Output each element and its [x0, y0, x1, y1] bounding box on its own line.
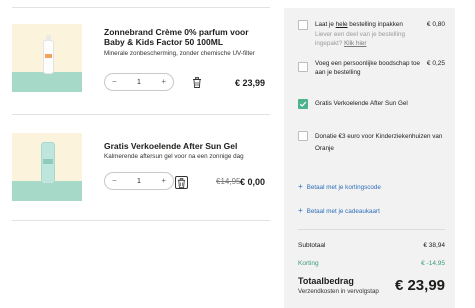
original-price: €14,95: [216, 177, 241, 186]
discount-label: Korting: [298, 260, 319, 267]
subtotal-value: € 38,94: [423, 242, 445, 249]
donation-label[interactable]: Donatie €3 euro voor Kinderziekenhuizen …: [315, 131, 450, 155]
divider: [12, 7, 270, 8]
cart-item-sunscreen: Zonnebrand Crème 0% parfum voor Baby & K…: [12, 22, 270, 102]
option-gift-wrap: Laat je hele bestelling inpakken Liever …: [298, 20, 445, 50]
subtotal-label: Subtotaal: [298, 242, 326, 249]
order-summary-panel: Laat je hele bestelling inpakken Liever …: [284, 8, 455, 308]
gift-wrap-checkbox[interactable]: [298, 20, 308, 30]
product-title[interactable]: Zonnebrand Crème 0% parfum voor Baby & K…: [104, 27, 264, 47]
option-personal-message: Voeg een persoonlijke boodschap toe aan …: [298, 60, 445, 82]
product-image-aftersun[interactable]: [12, 133, 82, 201]
divider: [12, 114, 270, 115]
gift-wrap-price: € 0,80: [426, 21, 445, 28]
plus-icon: +: [298, 182, 303, 191]
discount-code-link[interactable]: + Betaal met je kortingscode: [298, 182, 381, 191]
gift-wrap-note: Liever een deel van je bestelling ingepa…: [315, 31, 405, 47]
quantity-stepper[interactable]: − 1 +: [104, 172, 174, 190]
personal-message-label[interactable]: Voeg een persoonlijke boodschap toe aan …: [315, 60, 427, 77]
gift-card-link[interactable]: + Betaal met je cadeaukaart: [298, 206, 380, 215]
personal-message-checkbox[interactable]: [298, 62, 308, 72]
plus-icon: +: [298, 206, 303, 215]
subtotal-row: Subtotaal € 38,94: [298, 242, 445, 249]
cart-item-aftersun: Gratis Verkoelende After Sun Gel Kalmere…: [12, 130, 270, 210]
total-price: € 23,99: [394, 277, 445, 294]
quantity-value[interactable]: 1: [137, 79, 141, 86]
click-here-link[interactable]: Klik hier: [344, 40, 366, 47]
product-image-sunscreen[interactable]: [12, 24, 82, 92]
divider: [12, 220, 270, 221]
discount-row: Korting € -14,95: [298, 260, 445, 267]
divider: [298, 229, 445, 230]
product-price: € 23,99: [234, 78, 265, 88]
quantity-stepper[interactable]: − 1 +: [104, 73, 174, 91]
cart-items: Zonnebrand Crème 0% parfum voor Baby & K…: [0, 0, 270, 308]
option-donation: Donatie €3 euro voor Kinderziekenhuizen …: [298, 131, 445, 152]
shipping-note: Verzendkosten in vervolgstap: [298, 288, 379, 295]
quantity-value[interactable]: 1: [137, 178, 141, 185]
donation-checkbox[interactable]: [298, 131, 308, 141]
check-icon: [299, 101, 307, 107]
personal-message-price: € 0,25: [426, 60, 445, 67]
increase-button[interactable]: +: [161, 78, 166, 86]
discount-value: € -14,95: [421, 260, 445, 267]
option-aftersun-gel: Gratis Verkoelende After Sun Gel: [298, 99, 445, 111]
product-subtitle: Minerale zonbescherming, zonder chemisch…: [104, 50, 255, 57]
decrease-button[interactable]: −: [112, 177, 117, 185]
trash-icon[interactable]: [175, 176, 188, 189]
product-price: € 0,00: [239, 177, 265, 187]
trash-icon[interactable]: [192, 77, 202, 88]
aftersun-checkbox[interactable]: [298, 99, 308, 109]
decrease-button[interactable]: −: [112, 78, 117, 86]
product-title[interactable]: Gratis Verkoelende After Sun Gel: [104, 141, 264, 151]
product-subtitle: Kalmerende aftersun gel voor na een zonn…: [104, 153, 244, 160]
total-label: Totaalbedrag: [298, 276, 354, 286]
aftersun-label[interactable]: Gratis Verkoelende After Sun Gel: [315, 100, 408, 109]
gift-wrap-label[interactable]: Laat je hele bestelling inpakken: [315, 21, 403, 30]
increase-button[interactable]: +: [161, 177, 166, 185]
